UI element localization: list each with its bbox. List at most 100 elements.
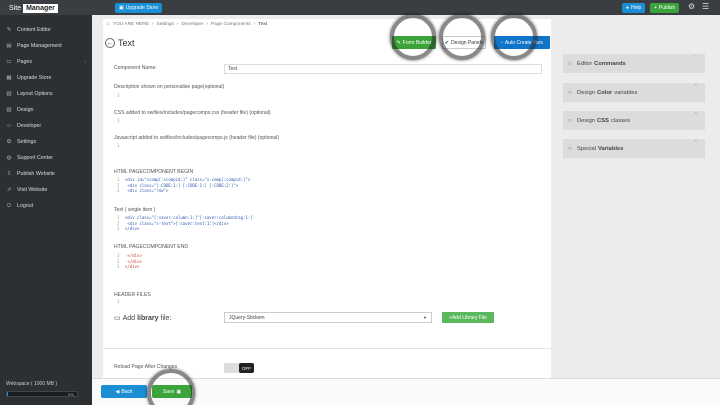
sidebar-item-label: Upgrade Store [17,75,52,81]
arrow-left-icon: ◀ [115,388,120,395]
panel-design-color-variables[interactable]: ○ Design Color variables ⌃ [563,83,705,102]
breadcrumb-page-components[interactable]: Page Components [211,22,251,27]
sidebar-item-layout-options[interactable]: ▥ Layout Options [0,86,92,102]
line-number: 1 [117,93,120,98]
panel-design-css-classes[interactable]: ○ Design CSS classes ⌃ [563,111,705,130]
sidebar: ✎ Content Editor ▤ Page Management ▭ Pages ›… [0,15,92,405]
sidebar-item-page-management[interactable]: ▤ Page Management [0,38,92,54]
breadcrumb-separator: › [253,22,256,27]
folder-icon: ▭ [114,315,121,322]
webspace-label: Webspace ( 1000 MB ) [6,381,58,387]
webspace-percent: 0% [68,392,74,397]
gear-icon[interactable]: ⚙ [688,2,695,11]
panel-title-prefix: Special [577,145,597,152]
sidebar-item-label: Pages [17,59,33,65]
support-icon: ◍ [6,155,12,161]
panel-title-suffix: variables [614,89,638,96]
panel-special-variables[interactable]: ○ Special Variables ⌃ [563,139,705,158]
text-code-editor[interactable]: 1 <div class="[:saver:column:1:]"[:saver:… [117,215,253,232]
begin-code-editor[interactable]: 1 <div id="scomp[:scompid:]" class="s-com… [117,177,250,194]
css-editor[interactable]: 1 [117,118,125,124]
breadcrumb-settings[interactable]: Settings [157,22,174,27]
code-text: <div class="[:CODE:1:] [:CODE:1:] [:CODE… [125,182,239,188]
line-number: 3 [117,226,120,232]
sidebar-item-label: Visit Website [17,187,48,193]
code-icon: ‹› [7,123,11,129]
sidebar-item-label: Support Center [17,155,53,161]
code-text: </div> [125,253,142,258]
panel-editor-commands[interactable]: ○ Editor Commands ⌃ [563,54,705,73]
pencil-icon: ✎ [6,27,12,33]
library-select[interactable]: JQuery-Stickem ▼ [224,312,432,323]
sidebar-item-label: Design [17,107,34,113]
logo-text-site: Site [9,4,22,12]
sidebar-item-content-editor[interactable]: ✎ Content Editor [0,22,92,38]
library-select-value: JQuery-Stickem [229,314,265,321]
upgrade-store-label: Upgrade Store [125,5,159,11]
end-code-editor[interactable]: 1 </div> 2 </div> 3 </div> [117,253,142,270]
reload-toggle[interactable]: OFF [224,363,254,373]
help-label: Help [631,5,642,11]
chevron-up-icon: ⌃ [693,112,698,118]
sidebar-item-developer[interactable]: ‹› Developer [0,118,92,134]
chevron-up-icon: ⌃ [693,140,698,146]
top-bar: Site Manager ▣ Upgrade Store ● Help + Pu… [0,0,720,15]
code-line: 3 </div> [117,226,253,232]
chevron-up-icon: ⌃ [693,55,698,61]
sidebar-item-pages[interactable]: ▭ Pages › [0,54,92,70]
panel-title-bold: Commands [594,60,626,67]
sidebar-item-label: Content Editor [17,27,51,33]
sidebar-item-upgrade-store[interactable]: ▦ Upgrade Store [0,70,92,86]
chevron-up-icon: ⌃ [693,84,698,90]
sidebar-item-label: Page Management [17,43,62,49]
add-library-file-button[interactable]: + Add Library File [442,312,494,323]
breadcrumb-separator: › [206,22,208,27]
publish-button[interactable]: + Publish [650,3,680,13]
code-line: 3 <div class="row"> [117,188,250,194]
code-text: <div class="row"> [125,188,169,194]
back-arrow-icon[interactable]: ← [105,38,115,48]
description-editor[interactable]: 1 [117,93,125,99]
header-files-label: HEADER FILES [114,292,151,298]
panel-title-prefix: Design [577,89,596,96]
help-button[interactable]: ● Help [622,3,646,13]
sidebar-item-label: Publish Website [17,171,55,177]
line-number: 1 [117,143,120,148]
line-number: 1 [117,118,120,123]
sidebar-item-publish-website[interactable]: ⇪ Publish Website [0,166,92,182]
sidebar-item-design[interactable]: ▧ Design [0,102,92,118]
code-text: </div> [125,264,140,270]
panel-title-bold: Color [597,89,613,96]
sidebar-item-visit-website[interactable]: ⇗ Visit Website [0,182,92,198]
sidebar-item-logout[interactable]: ⏻ Logout [0,198,92,214]
breadcrumb-separator: › [176,22,179,27]
line-number: 3 [117,264,120,270]
header-files-editor[interactable]: 1 [117,299,125,305]
main-card: ⌂ YOU ARE HERE › Settings › Developer › … [103,19,551,374]
sidebar-item-label: Logout [17,203,34,209]
sidebar-item-support-center[interactable]: ◍ Support Center [0,150,92,166]
info-icon: ● [626,5,630,11]
text-label-note: ( single item ) [124,207,156,213]
caret-down-icon: ▼ [423,315,427,320]
sidebar-item-settings[interactable]: ⚙ Settings [0,134,92,150]
line-number: 1 [117,299,120,304]
breadcrumb-home[interactable]: YOU ARE HERE [113,22,149,27]
panel-title-prefix: Design [577,117,596,124]
logo: Site Manager [9,3,58,13]
circle-icon: ○ [568,89,572,96]
upgrade-store-button[interactable]: ▣ Upgrade Store [115,3,163,13]
add-library-label: ▭ Add library file: [114,314,171,323]
highlight-ring [439,14,485,60]
menu-icon[interactable]: ☰ [702,2,709,11]
text-label-main: Text [114,207,124,213]
brush-icon: ▧ [6,107,12,113]
js-editor[interactable]: 1 [117,143,125,149]
add-library-file-label: Add Library File [451,314,487,321]
description-label: Description shown on personalise page(op… [114,84,225,90]
plus-icon: + [654,5,657,11]
component-name-input[interactable]: Text [224,64,542,74]
breadcrumb-developer[interactable]: Developer [181,22,203,27]
back-button[interactable]: ◀ Back [101,385,147,398]
end-label: HTML PAGECOMPONENT END [114,244,189,250]
